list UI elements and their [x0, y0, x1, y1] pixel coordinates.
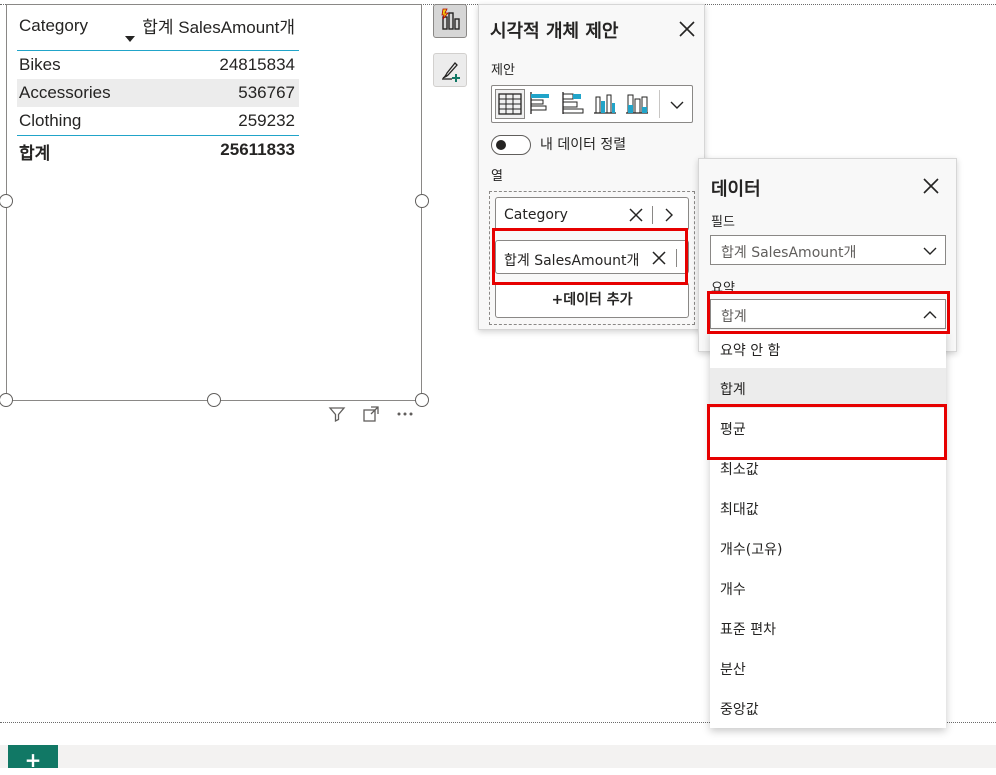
table-row: Accessories 536767	[17, 79, 299, 107]
resize-handle-bottom-left[interactable]	[0, 393, 13, 407]
visual-suggestion-icon	[441, 8, 460, 30]
summarize-option[interactable]: 개수(고유)	[710, 528, 946, 568]
column-header-category[interactable]: Category	[19, 16, 88, 36]
close-icon[interactable]	[921, 176, 941, 196]
total-value: 25611833	[220, 140, 295, 159]
columns-well: Category 합계 SalesAmount개 +데이터 추가	[489, 191, 695, 325]
visual-header-icons	[326, 405, 416, 427]
field-card-label: 합계 SalesAmount개	[504, 253, 640, 269]
summarize-option[interactable]: 요약 안 함	[710, 330, 946, 368]
clustered-bar-icon	[530, 92, 549, 114]
summarize-select-value: 합계	[721, 309, 747, 325]
column-header-sales[interactable]: 합계 SalesAmount개	[142, 13, 295, 38]
field-card-category[interactable]: Category	[495, 197, 689, 231]
row-value: 259232	[238, 111, 295, 130]
chevron-up-icon	[923, 311, 937, 319]
remove-field-icon[interactable]	[628, 207, 644, 223]
chevron-down-icon	[923, 247, 937, 255]
more-options-icon[interactable]	[394, 405, 416, 427]
stacked-bar-icon	[562, 92, 584, 114]
suggest-panel-title: 시각적 개체 제안	[490, 21, 619, 42]
table-total-row: 합계 25611833	[17, 135, 299, 163]
card-divider	[652, 206, 653, 224]
toggle-label: 내 데이터 정렬	[540, 137, 627, 153]
field-card-sales[interactable]: 합계 SalesAmount개	[495, 240, 689, 274]
chevron-right-icon[interactable]	[662, 207, 676, 223]
table-row: Bikes 24815834	[17, 51, 299, 79]
stacked-column-option[interactable]	[623, 89, 653, 119]
option-label: 분산	[720, 662, 746, 678]
field-label: 필드	[711, 215, 735, 230]
option-label: 평균	[720, 422, 746, 438]
row-category: Clothing	[19, 111, 82, 130]
sort-descending-icon	[125, 36, 135, 42]
row-value: 536767	[238, 83, 295, 102]
resize-handle-bottom-right[interactable]	[415, 393, 429, 407]
format-button[interactable]	[433, 53, 467, 87]
summarize-option[interactable]: 최대값	[710, 488, 946, 528]
summarize-dropdown: 요약 안 함 합계 평균 최소값 최대값 개수(고유) 개수 표준 편차 분산 …	[710, 330, 946, 728]
option-label: 표준 편차	[720, 622, 776, 638]
visual-suggestion-button[interactable]	[433, 4, 467, 38]
summarize-option[interactable]: 개수	[710, 568, 946, 608]
summarize-option-selected[interactable]: 합계	[710, 368, 946, 408]
row-category: Accessories	[19, 83, 111, 102]
add-data-button[interactable]: +데이터 추가	[495, 282, 689, 318]
field-select[interactable]: 합계 SalesAmount개	[710, 235, 946, 265]
stacked-column-icon	[626, 94, 648, 114]
arrange-data-toggle[interactable]	[491, 135, 531, 155]
clustered-column-option[interactable]	[591, 89, 621, 119]
total-label: 합계	[19, 144, 51, 163]
table-icon	[498, 93, 522, 115]
option-label: 최소값	[720, 462, 759, 478]
summarize-select[interactable]: 합계	[710, 299, 946, 329]
clustered-bar-option[interactable]	[527, 89, 557, 119]
card-divider	[676, 249, 677, 267]
table-header: Category 합계 SalesAmount개	[17, 13, 299, 51]
visual-type-picker	[491, 85, 693, 123]
option-label: 최대값	[720, 502, 759, 518]
option-label: 개수	[720, 582, 746, 598]
data-panel: 데이터 필드 합계 SalesAmount개 요약 합계	[698, 158, 957, 352]
table-visual[interactable]: Category 합계 SalesAmount개 Bikes 24815834 …	[6, 4, 422, 401]
filter-icon[interactable]	[326, 405, 348, 427]
focus-mode-icon[interactable]	[360, 405, 382, 427]
summarize-option[interactable]: 표준 편차	[710, 608, 946, 648]
field-select-value: 합계 SalesAmount개	[721, 245, 857, 261]
row-value: 24815834	[219, 55, 295, 74]
summarize-option[interactable]: 분산	[710, 648, 946, 688]
format-brush-icon	[442, 62, 460, 82]
toggle-knob	[496, 140, 506, 150]
summarize-option[interactable]: 평균	[710, 408, 946, 448]
data-panel-title: 데이터	[711, 179, 761, 200]
columns-label: 열	[491, 169, 503, 184]
visual-suggestion-panel: 시각적 개체 제안 제안 내 데이터 정렬 열 Category 합계 Sale…	[478, 4, 705, 330]
table-visual-option[interactable]	[495, 89, 525, 119]
chevron-down-icon[interactable]	[668, 96, 686, 114]
field-card-label: Category	[504, 207, 568, 223]
option-label: 합계	[720, 382, 746, 398]
suggestions-label: 제안	[491, 63, 515, 78]
summarize-option[interactable]: 최소값	[710, 448, 946, 488]
data-table: Category 합계 SalesAmount개 Bikes 24815834 …	[17, 13, 299, 163]
table-row: Clothing 259232	[17, 107, 299, 135]
option-label: 요약 안 함	[720, 343, 781, 359]
stacked-bar-option[interactable]	[559, 89, 589, 119]
picker-divider	[659, 90, 660, 118]
option-label: 중앙값	[720, 702, 759, 718]
summarize-option[interactable]: 중앙값	[710, 688, 946, 728]
row-category: Bikes	[19, 55, 61, 74]
clustered-column-icon	[594, 94, 616, 114]
report-canvas: Category 합계 SalesAmount개 Bikes 24815834 …	[0, 0, 996, 772]
option-label: 개수(고유)	[720, 542, 783, 558]
summarize-label: 요약	[711, 281, 735, 296]
resize-handle-bottom[interactable]	[207, 393, 221, 407]
close-icon[interactable]	[677, 19, 697, 39]
page-tabs-bar	[0, 745, 996, 768]
remove-field-icon[interactable]	[651, 250, 667, 266]
resize-handle-right[interactable]	[415, 194, 429, 208]
add-page-button[interactable]: +	[8, 745, 58, 772]
